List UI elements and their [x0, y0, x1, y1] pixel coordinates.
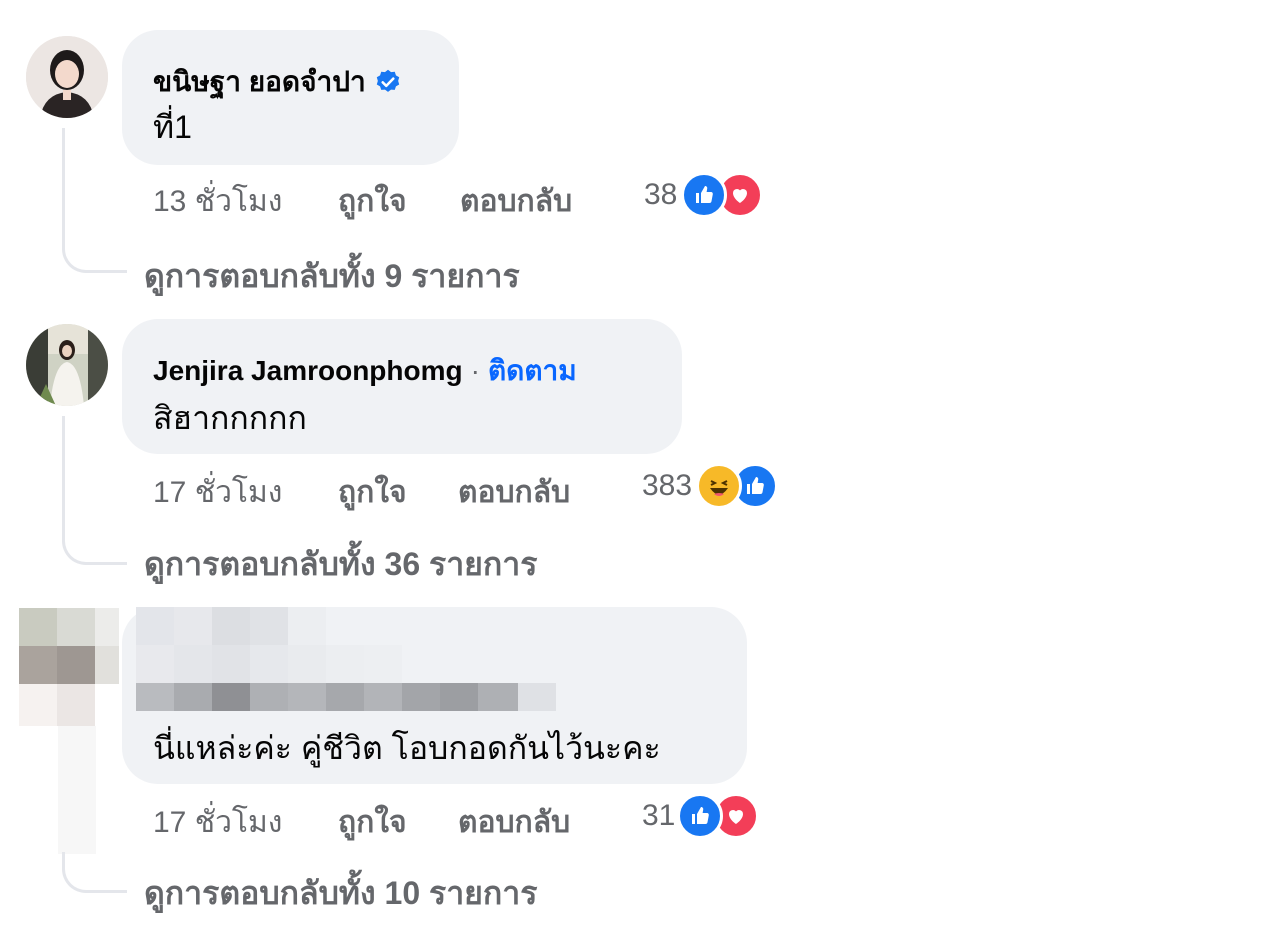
- pixelated-profile-photo: [19, 608, 119, 726]
- pixelated-author-name: [136, 607, 556, 711]
- view-replies-link[interactable]: ดูการตอบกลับทั้ง 36 รายการ: [144, 539, 537, 590]
- profile-photo: [26, 324, 108, 406]
- profile-photo: [26, 36, 108, 118]
- view-replies-link[interactable]: ดูการตอบกลับทั้ง 9 รายการ: [144, 251, 520, 302]
- reply-button[interactable]: ตอบกลับ: [458, 799, 570, 846]
- reactions-summary[interactable]: 31: [642, 793, 760, 839]
- reaction-count: 38: [644, 178, 678, 211]
- avatar[interactable]: [19, 608, 119, 726]
- comment-bubble: Jenjira Jamroonphomg · ติดตาม สิฮากกกกก: [122, 319, 682, 454]
- avatar[interactable]: [26, 36, 108, 118]
- comment-author[interactable]: ขนิษฐา ยอดจำปา: [153, 60, 366, 104]
- comment-text: สิฮากกกกก: [153, 400, 307, 436]
- comment-timestamp[interactable]: 17 ชั่วโมง: [153, 469, 282, 516]
- comment-timestamp[interactable]: 13 ชั่วโมง: [153, 178, 282, 225]
- comment-text: นี่แหล่ะค่ะ คู่ชีวิต โอบกอดกันไว้นะคะ: [153, 730, 661, 766]
- separator-dot: ·: [470, 355, 480, 386]
- like-button[interactable]: ถูกใจ: [338, 799, 407, 846]
- thread-line: [62, 128, 127, 273]
- avatar[interactable]: [26, 324, 108, 406]
- verified-badge-icon: [376, 69, 399, 92]
- reactions-summary[interactable]: 383: [642, 463, 779, 509]
- comment-text: ที่1: [153, 109, 192, 145]
- follow-button[interactable]: ติดตาม: [488, 349, 577, 393]
- reply-button[interactable]: ตอบกลับ: [460, 178, 572, 225]
- comment-timestamp[interactable]: 17 ชั่วโมง: [153, 799, 282, 846]
- view-replies-link[interactable]: ดูการตอบกลับทั้ง 10 รายการ: [144, 868, 537, 919]
- comment-bubble: ขนิษฐา ยอดจำปา ที่1: [122, 30, 459, 165]
- comment-author[interactable]: Jenjira Jamroonphomg: [153, 355, 463, 387]
- thread-line: [62, 852, 127, 893]
- like-button[interactable]: ถูกใจ: [338, 178, 407, 225]
- thread-line: [62, 416, 127, 565]
- reaction-count: 383: [642, 469, 693, 502]
- reaction-count: 31: [642, 799, 676, 832]
- pixelated-thread-line: [58, 726, 96, 854]
- reactions-summary[interactable]: 38: [644, 172, 764, 218]
- haha-icon: [696, 463, 743, 509]
- like-icon: [677, 793, 724, 839]
- like-icon: [681, 172, 728, 218]
- comment-bubble: นี่แหล่ะค่ะ คู่ชีวิต โอบกอดกันไว้นะคะ: [122, 607, 747, 784]
- reply-button[interactable]: ตอบกลับ: [458, 469, 570, 516]
- like-button[interactable]: ถูกใจ: [338, 469, 407, 516]
